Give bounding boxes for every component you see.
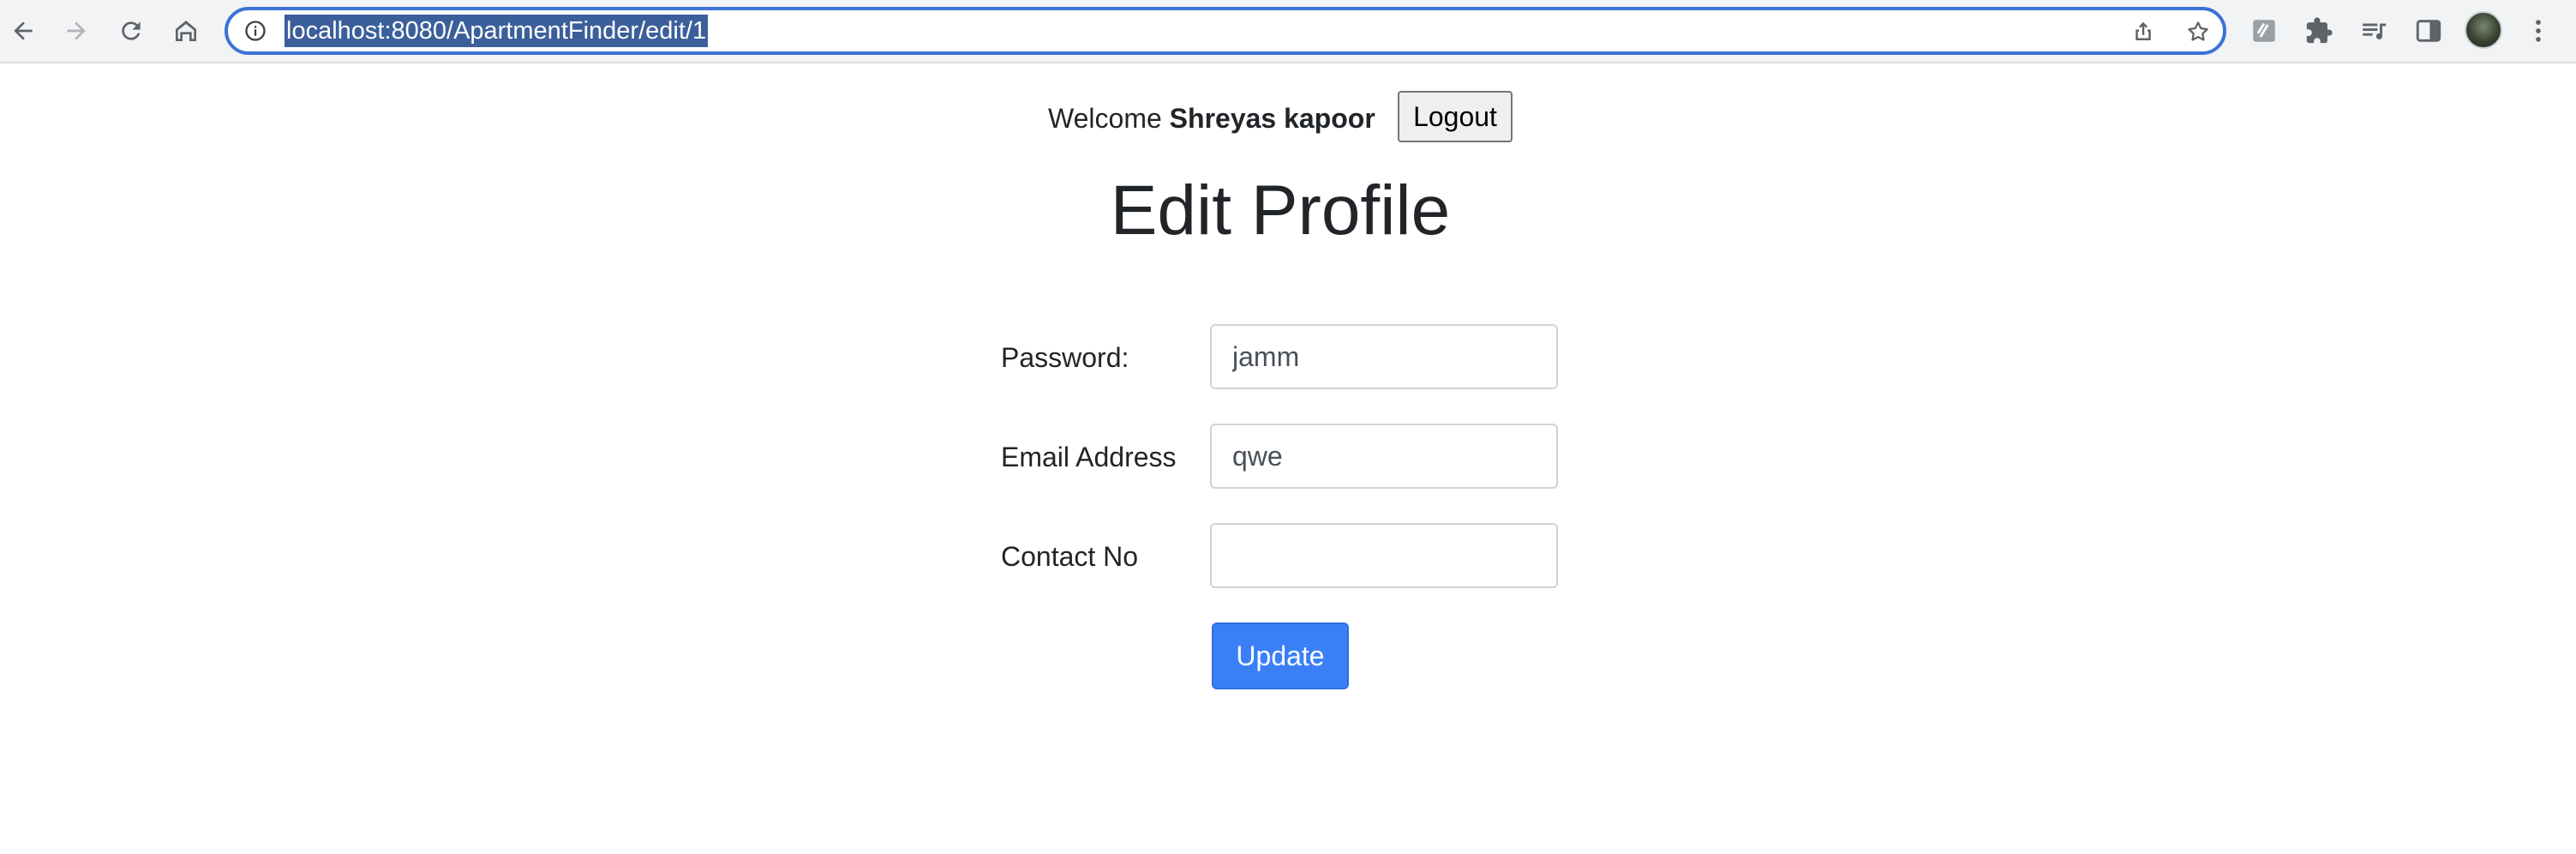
side-panel-button[interactable] bbox=[2411, 14, 2446, 48]
home-icon bbox=[176, 21, 196, 41]
update-button[interactable]: Update bbox=[1212, 622, 1349, 689]
page-title: Edit Profile bbox=[1110, 171, 1451, 250]
address-bar[interactable]: localhost:8080/ApartmentFinder/edit/1 bbox=[225, 7, 2226, 55]
password-field[interactable] bbox=[1210, 324, 1558, 389]
puzzle-icon bbox=[2306, 17, 2333, 44]
extensions-menu-button[interactable] bbox=[2302, 14, 2336, 48]
extension-icon bbox=[2253, 20, 2275, 42]
reload-button[interactable] bbox=[111, 11, 151, 51]
back-icon bbox=[14, 21, 33, 40]
extension-button[interactable] bbox=[2247, 14, 2281, 48]
browser-toolbar: localhost:8080/ApartmentFinder/edit/1 bbox=[0, 0, 2576, 63]
bookmark-button[interactable] bbox=[2184, 17, 2213, 46]
more-menu-icon bbox=[2536, 20, 2541, 42]
share-button[interactable] bbox=[2129, 17, 2158, 46]
email-field[interactable] bbox=[1210, 424, 1558, 489]
email-label: Email Address bbox=[1001, 442, 1177, 472]
welcome-bar: Welcome Shreyas kapoor Logout bbox=[0, 91, 2576, 142]
password-label: Password: bbox=[1001, 342, 1129, 373]
forward-button[interactable] bbox=[57, 11, 96, 51]
share-icon bbox=[2136, 21, 2151, 40]
forward-icon bbox=[67, 21, 86, 40]
welcome-prefix: Welcome bbox=[1048, 103, 1162, 134]
user-name: Shreyas kapoor bbox=[1169, 103, 1375, 134]
home-button[interactable] bbox=[166, 11, 206, 51]
media-control-icon bbox=[2363, 23, 2387, 39]
media-control-button[interactable] bbox=[2357, 14, 2391, 48]
bookmark-star-icon bbox=[2188, 21, 2208, 41]
url-text[interactable]: localhost:8080/ApartmentFinder/edit/1 bbox=[285, 15, 709, 47]
side-panel-icon bbox=[2416, 20, 2441, 42]
welcome-message: Welcome Shreyas kapoor bbox=[1048, 101, 1375, 135]
more-menu-button[interactable] bbox=[2521, 14, 2555, 48]
logout-button[interactable]: Logout bbox=[1398, 91, 1513, 142]
site-info-icon[interactable] bbox=[243, 19, 267, 43]
profile-avatar[interactable] bbox=[2465, 11, 2502, 49]
back-button[interactable] bbox=[3, 11, 43, 51]
contact-label: Contact No bbox=[1001, 541, 1139, 572]
contact-field[interactable] bbox=[1210, 523, 1558, 588]
reload-icon bbox=[122, 21, 141, 40]
